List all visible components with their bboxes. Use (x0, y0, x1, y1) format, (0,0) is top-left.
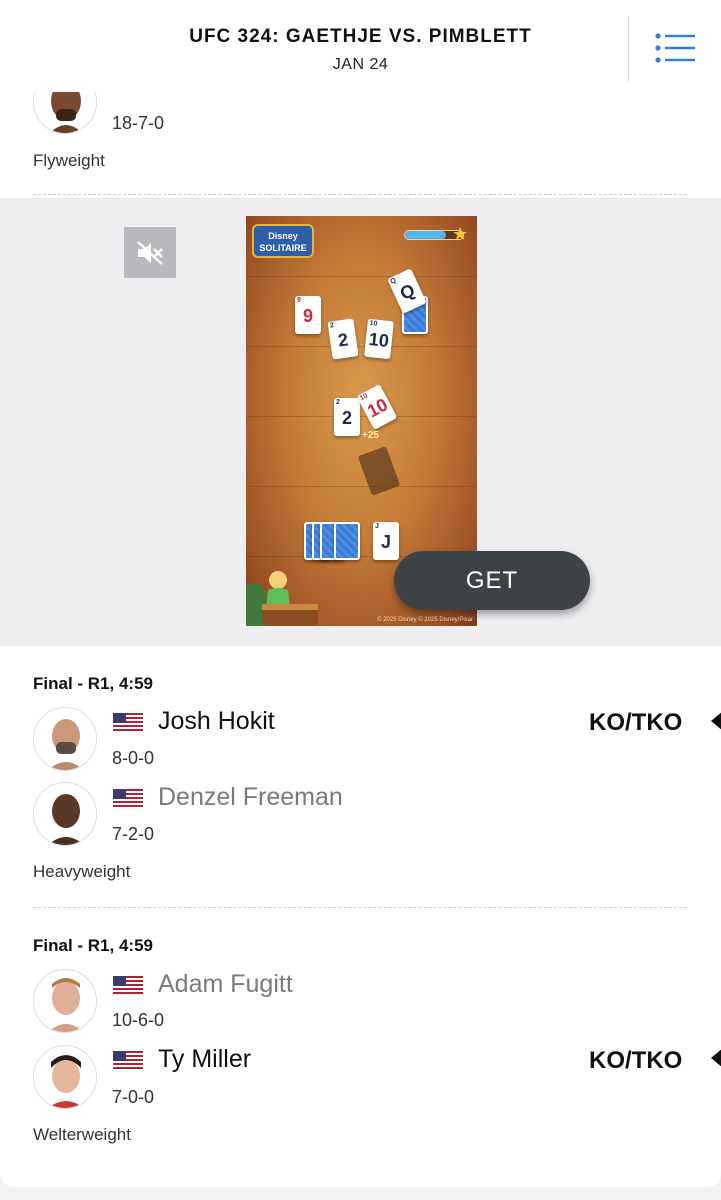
speaker-muted-icon[interactable] (124, 227, 176, 278)
fighter-record: 8-0-0 (112, 748, 155, 768)
playing-card: 10 10 (364, 318, 394, 360)
bout-divider (33, 907, 687, 908)
fighter-avatar[interactable] (33, 707, 97, 771)
ad-copyright: © 2025 Disney © 2025 Disney/Pixar (377, 617, 473, 623)
fighter-name[interactable]: Ty Miller (158, 1045, 251, 1074)
playing-card: 99 (295, 296, 321, 334)
bout-result: KO/TKO (589, 709, 683, 736)
us-flag-icon (113, 789, 143, 807)
previous-bout-card[interactable] (0, 92, 721, 198)
winner-arrow-icon (711, 711, 721, 731)
fighter-avatar[interactable] (33, 1045, 97, 1109)
us-flag-icon (113, 713, 143, 731)
fighter-name[interactable]: Adam Fugitt (158, 970, 293, 999)
fighter-avatar[interactable] (33, 782, 97, 846)
fighter-name[interactable]: Denzel Freeman (158, 783, 343, 812)
us-flag-icon (113, 976, 143, 994)
card-deck (334, 522, 360, 560)
fighter-record: 7-0-0 (112, 1087, 155, 1107)
weight-class: Heavyweight (33, 862, 131, 881)
weight-class: Welterweight (33, 1125, 131, 1144)
fighter-avatar[interactable] (33, 969, 97, 1033)
playing-card: 22 (334, 398, 360, 436)
list-menu-icon[interactable] (650, 30, 696, 66)
event-title: UFC 324: GAETHJE VS. PIMBLETT (189, 26, 532, 47)
playing-card: JJ (373, 522, 399, 560)
game-logo: Disney SOLITAIRE (252, 224, 314, 258)
playing-card: 22 (327, 318, 359, 360)
bout-divider (33, 194, 687, 195)
bout-result: KO/TKO (589, 1047, 683, 1074)
winner-arrow-icon (711, 1048, 721, 1068)
fighter-record: 7-2-0 (112, 824, 155, 844)
fairy-character-illustration (246, 571, 318, 626)
card-shadow (357, 446, 401, 496)
header-divider (628, 16, 629, 82)
us-flag-icon (113, 1051, 143, 1069)
event-header: UFC 324: GAETHJE VS. PIMBLETT JAN 24 (0, 0, 721, 92)
bout-status: Final - R1, 4:59 (33, 936, 153, 955)
playing-card: 10 10 (356, 384, 398, 430)
get-button[interactable]: GET (394, 551, 590, 610)
bout-status: Final - R1, 4:59 (33, 674, 153, 693)
fighter-record: 18-7-0 (112, 113, 165, 133)
star-icon: ★ (452, 224, 469, 244)
fighter-name[interactable]: Josh Hokit (158, 707, 275, 736)
weight-class: Flyweight (33, 151, 105, 170)
fighter-record: 10-6-0 (112, 1010, 165, 1030)
bonus-text: +25 (362, 430, 379, 441)
event-date: JAN 24 (332, 56, 389, 73)
